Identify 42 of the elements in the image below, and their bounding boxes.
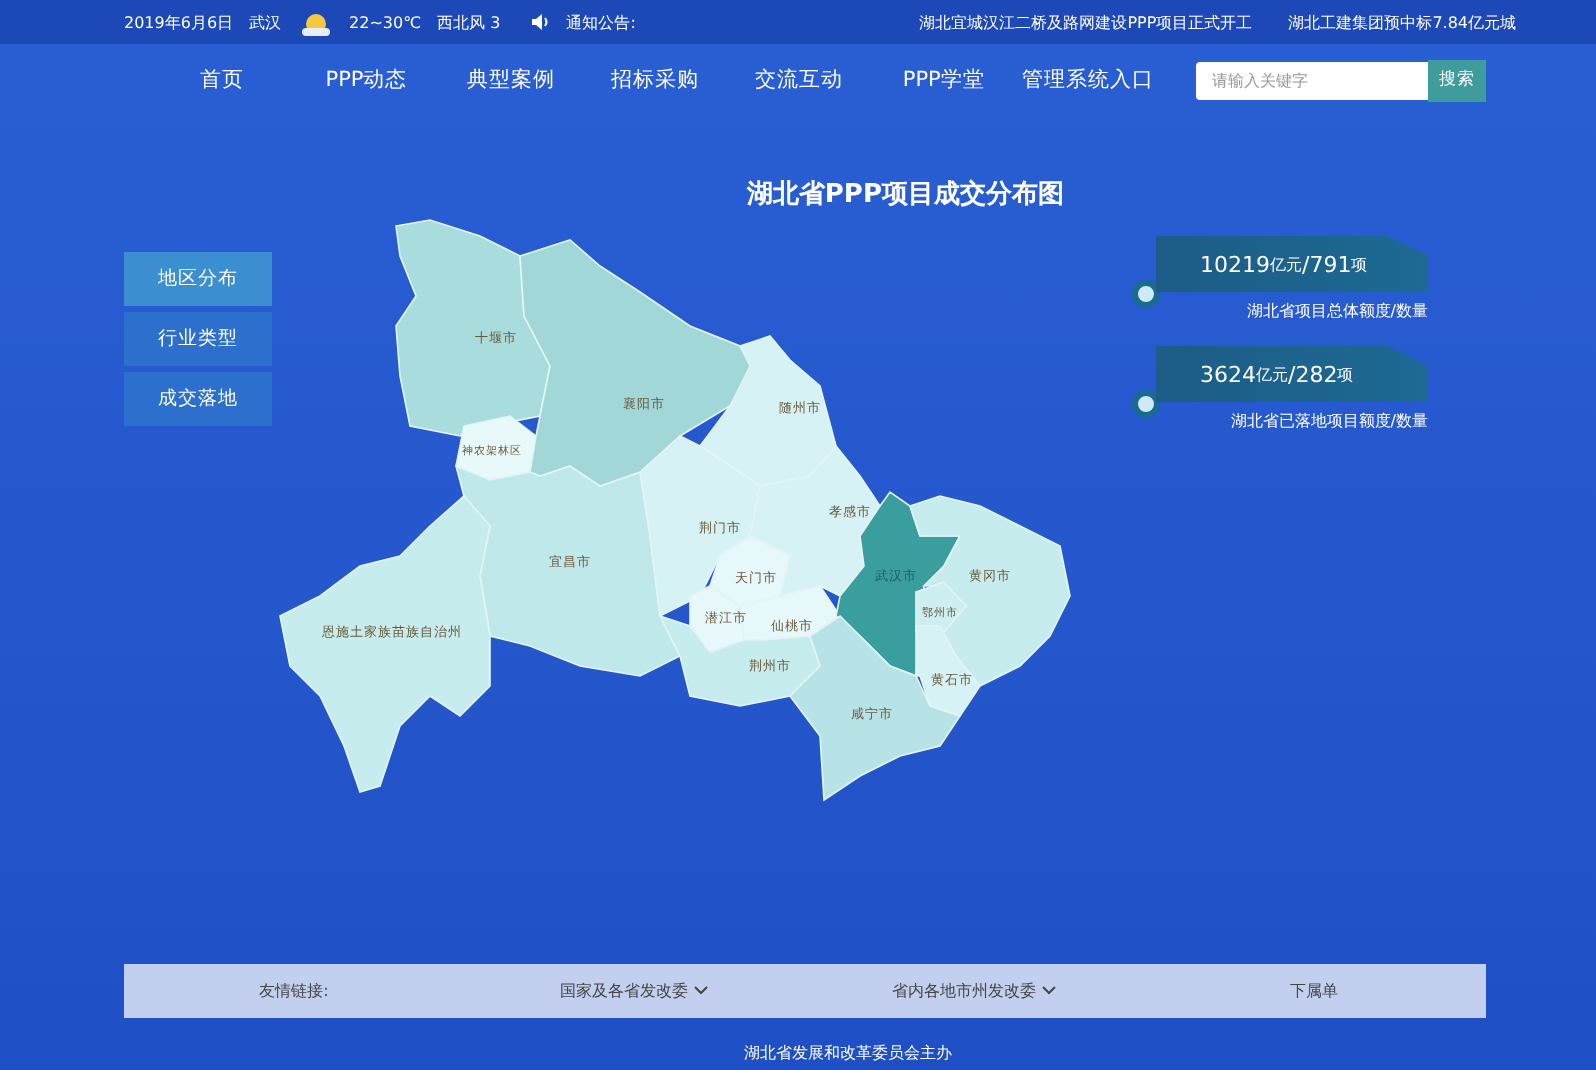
- map-region[interactable]: [519, 239, 751, 487]
- nav-link[interactable]: 管理系统入口: [1015, 66, 1161, 94]
- link-dropdown[interactable]: 省内各地市州发改委: [804, 980, 1144, 1002]
- map-region[interactable]: [279, 494, 491, 793]
- sidebar-tab[interactable]: 成交落地: [124, 372, 272, 426]
- chevron-down-icon: [1042, 986, 1056, 996]
- links-label: 友情链接:: [257, 980, 331, 1002]
- map-region[interactable]: [698, 335, 837, 487]
- link-dropdown[interactable]: 下属单: [1144, 980, 1484, 1002]
- search-field[interactable]: 请输入关键字: [1196, 61, 1429, 99]
- date-text: 2019年6月6日: [124, 11, 234, 33]
- stat-card: 3624亿元/282项: [1156, 346, 1428, 402]
- temperature-text: 22~30℃: [349, 13, 422, 31]
- map-region[interactable]: [658, 614, 821, 707]
- city-text: 武汉: [249, 11, 282, 33]
- nav-link[interactable]: 招标采购: [582, 66, 728, 94]
- map-region[interactable]: [395, 219, 551, 437]
- notice-link[interactable]: 湖北工建集团预中标7.84亿元城: [1288, 11, 1516, 33]
- stat-card: 10219亿元/791项: [1156, 236, 1428, 292]
- nav-link[interactable]: PPP学堂: [871, 66, 1016, 94]
- nav-link[interactable]: 首页: [150, 66, 295, 94]
- stat-caption: 湖北省已落地项目额度/数量: [1230, 410, 1428, 432]
- stat-caption: 湖北省项目总体额度/数量: [1246, 300, 1428, 322]
- marker-dot-icon: [1132, 280, 1160, 308]
- chevron-down-icon: [694, 986, 708, 996]
- notice-label: 通知公告:: [566, 11, 636, 33]
- sponsor-text: 湖北省发展和改革委员会主办: [742, 1042, 954, 1066]
- link-dropdown[interactable]: 国家及各省发改委: [464, 980, 804, 1002]
- sidebar-tab[interactable]: 地区分布: [124, 252, 272, 306]
- nav-link[interactable]: PPP动态: [294, 66, 439, 94]
- speaker-icon: [532, 14, 551, 30]
- nav-link[interactable]: 交流互动: [727, 66, 872, 94]
- wind-text: 西北风 3: [437, 11, 501, 33]
- marker-dot-icon: [1132, 390, 1160, 418]
- map-title: 湖北省PPP项目成交分布图: [746, 177, 1064, 214]
- map-region[interactable]: [788, 614, 962, 802]
- sidebar-tab[interactable]: 行业类型: [124, 312, 272, 366]
- notice-link[interactable]: 湖北宜城汉江二桥及路网建设PPP项目正式开工: [919, 11, 1253, 33]
- search-button[interactable]: 搜索: [1428, 59, 1486, 101]
- map-region[interactable]: [915, 625, 981, 717]
- nav-link[interactable]: 典型案例: [438, 66, 583, 94]
- sun-icon: [297, 8, 334, 36]
